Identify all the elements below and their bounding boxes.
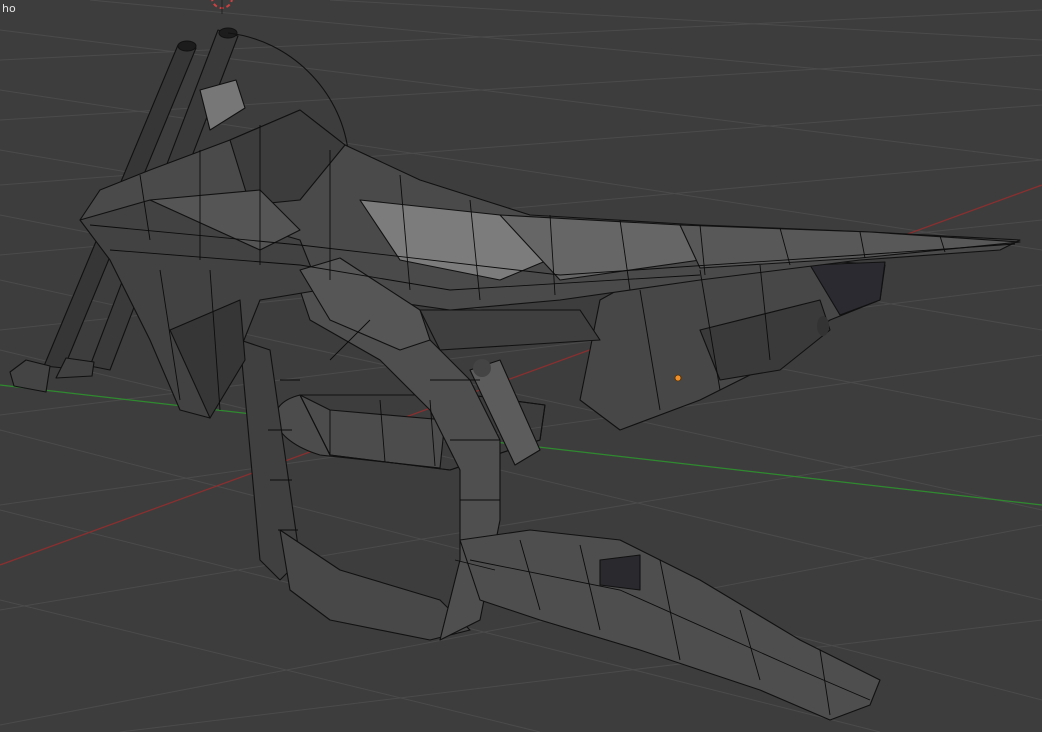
3d-viewport[interactable]: ho xyxy=(0,0,1042,732)
viewport-view-label: ho xyxy=(2,2,16,15)
scene-canvas[interactable] xyxy=(0,0,1042,732)
object-origin-dot[interactable] xyxy=(674,374,682,382)
sci-fi-vehicle-mesh[interactable] xyxy=(9,27,1021,721)
